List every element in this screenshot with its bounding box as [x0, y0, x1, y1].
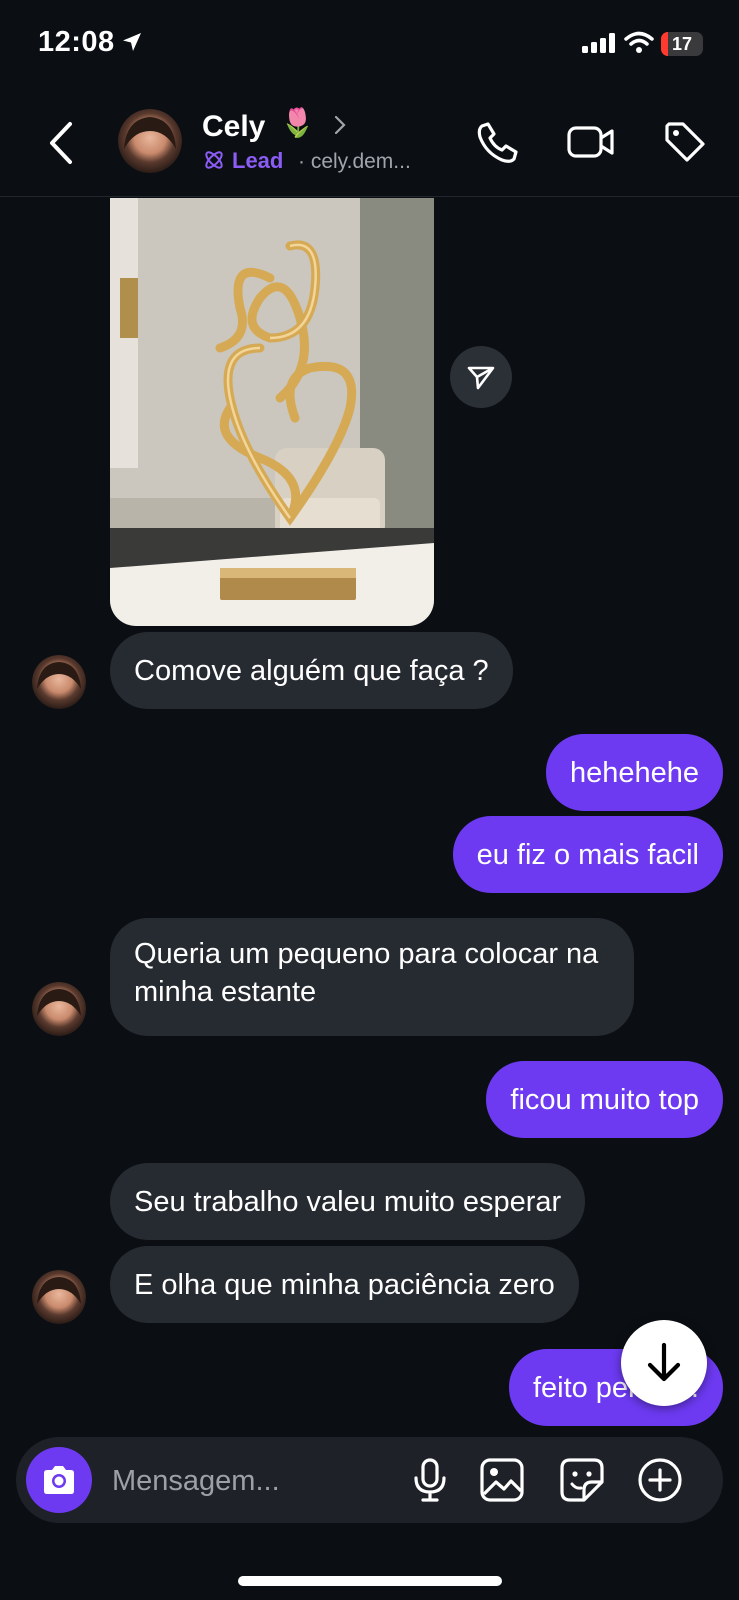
message-bubble[interactable]: E olha que minha paciência zero	[110, 1246, 579, 1323]
contact-username: · cely.dem...	[298, 150, 411, 173]
contact-avatar-small[interactable]	[32, 655, 86, 709]
send-icon	[467, 366, 495, 390]
phone-icon[interactable]	[474, 118, 522, 166]
image-icon[interactable]	[478, 1456, 526, 1504]
chat-header: Cely 🌷 Lead · cely.dem...	[0, 96, 739, 197]
wifi-icon	[624, 31, 654, 53]
contact-avatar-small[interactable]	[32, 982, 86, 1036]
tag-icon[interactable]	[661, 118, 709, 166]
chevron-left-icon[interactable]	[46, 120, 76, 166]
sticker-icon[interactable]	[558, 1456, 606, 1504]
shared-photo[interactable]	[110, 198, 434, 626]
location-arrow-icon	[123, 33, 141, 51]
microphone-icon[interactable]	[406, 1456, 454, 1504]
lead-badge[interactable]: Lead	[232, 148, 283, 174]
message-bubble[interactable]: eu fiz o mais facil	[452, 816, 723, 893]
message-input[interactable]	[110, 1437, 394, 1525]
contact-name[interactable]: Cely	[202, 110, 265, 144]
scroll-to-bottom-button[interactable]	[621, 1320, 707, 1406]
chevron-right-icon[interactable]	[333, 114, 347, 136]
message-bubble[interactable]: Queria um pequeno para colocar na minha …	[110, 918, 634, 1036]
status-time: 12:08	[38, 26, 115, 58]
message-bubble[interactable]: hehehehe	[545, 734, 723, 811]
message-text: Comove alguém que faça ?	[134, 654, 489, 687]
battery-icon: 17	[661, 32, 703, 56]
message-composer	[16, 1437, 723, 1525]
camera-button[interactable]	[26, 1447, 92, 1513]
arrow-down-icon	[647, 1342, 681, 1382]
video-icon[interactable]	[566, 118, 616, 166]
message-text: ficou muito top	[510, 1083, 699, 1116]
message-text: hehehehe	[569, 756, 699, 789]
home-indicator	[238, 1576, 502, 1586]
contact-avatar[interactable]	[118, 109, 182, 173]
status-bar: 12:08 17	[0, 0, 739, 90]
message-text: E olha que minha paciência zero	[134, 1268, 555, 1301]
message-bubble[interactable]: Seu trabalho valeu muito esperar	[110, 1163, 586, 1240]
lead-icon	[205, 151, 223, 169]
camera-icon	[44, 1466, 74, 1494]
contact-name-emoji: 🌷	[280, 107, 315, 138]
contact-avatar-small[interactable]	[32, 1270, 86, 1324]
signal-icon	[582, 33, 615, 53]
message-text: Queria um pequeno para colocar na minha …	[134, 938, 599, 1008]
share-button[interactable]	[450, 346, 512, 408]
plus-circle-icon[interactable]	[636, 1456, 684, 1504]
message-text: Seu trabalho valeu muito esperar	[134, 1185, 562, 1218]
battery-level: 17	[671, 34, 693, 54]
message-bubble[interactable]: Comove alguém que faça ?	[110, 632, 513, 709]
message-bubble[interactable]: ficou muito top	[486, 1061, 723, 1138]
message-text: eu fiz o mais facil	[476, 838, 699, 871]
